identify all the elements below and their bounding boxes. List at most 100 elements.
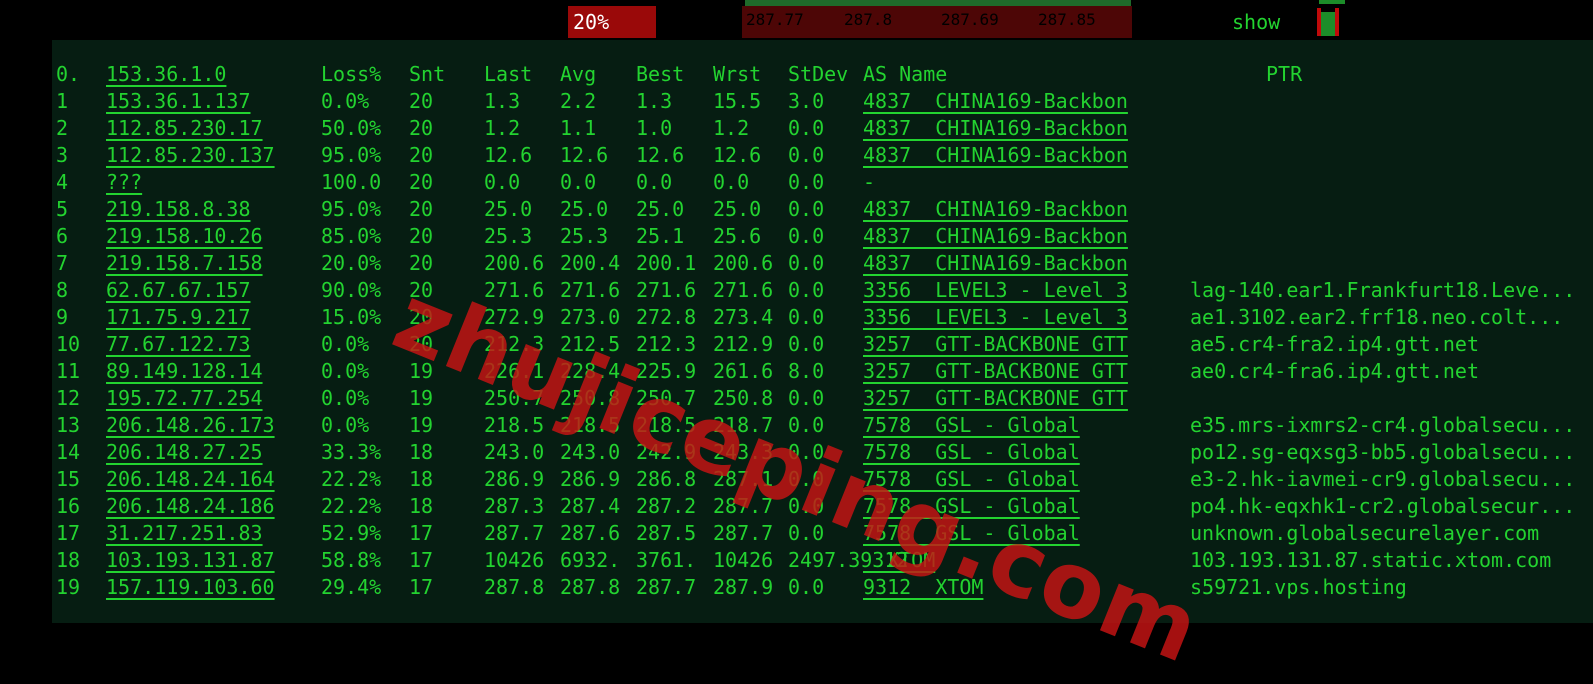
hop-sent: 20: [409, 143, 434, 167]
hop-host-link[interactable]: 112.85.230.137: [106, 142, 275, 169]
hop-host-link[interactable]: 112.85.230.17: [106, 115, 263, 142]
hop-host-link[interactable]: 153.36.1.137: [106, 88, 251, 115]
hop-as-link[interactable]: 9312 XTOM: [863, 574, 983, 601]
hop-index: 8: [56, 278, 69, 302]
hop-stdev: 3.0: [788, 89, 825, 113]
hop-as-link[interactable]: 3356 LEVEL3 - Level 3: [863, 304, 1128, 331]
hop-host-link[interactable]: 171.75.9.217: [106, 304, 251, 331]
hop-stdev: 8.0: [788, 359, 825, 383]
hop-avg: 12.6: [560, 143, 609, 167]
hop-loss: 95.0%: [321, 143, 382, 167]
header-wrst: Wrst: [713, 62, 762, 86]
hop-as-link[interactable]: 7578 GSL - Global: [863, 439, 1080, 466]
hop-as-link: -: [863, 170, 876, 194]
hop-last: 250.7: [484, 386, 545, 410]
hop-host-link[interactable]: 195.72.77.254: [106, 385, 263, 412]
header-source-host[interactable]: 153.36.1.0: [106, 61, 226, 88]
hop-as-link[interactable]: 4837 CHINA169-Backbon: [863, 223, 1128, 250]
hop-host-link[interactable]: 206.148.27.25: [106, 439, 263, 466]
hop-loss: 29.4%: [321, 575, 382, 599]
hop-index: 9: [56, 305, 69, 329]
hop-avg: 286.9: [560, 467, 621, 491]
table-row: 18 103.193.131.87 58.8% 17 10426 6932. 3761. 10…: [0, 547, 1593, 574]
hop-last: 272.9: [484, 305, 545, 329]
hop-sent: 20: [409, 278, 434, 302]
hop-worst: 287.9: [713, 575, 774, 599]
avg-value: 287.8: [844, 10, 893, 29]
hop-loss: 58.8%: [321, 548, 382, 572]
hop-last: 0.0: [484, 170, 521, 194]
hop-last: 287.8: [484, 575, 545, 599]
hop-index: 13: [56, 413, 81, 437]
hop-as-link[interactable]: 4837 CHINA169-Backbon: [863, 196, 1128, 223]
hop-avg: 218.5: [560, 413, 621, 437]
hop-index: 12: [56, 386, 81, 410]
hop-ptr: e3-2.hk-iavmei-cr9.globalsecu...: [1190, 467, 1576, 491]
hop-host-link[interactable]: 219.158.7.158: [106, 250, 263, 277]
hop-last: 218.5: [484, 413, 545, 437]
hop-as-link[interactable]: 3356 LEVEL3 - Level 3: [863, 277, 1128, 304]
hop-host-link[interactable]: 219.158.8.38: [106, 196, 251, 223]
hop-host-link[interactable]: 206.148.24.186: [106, 493, 275, 520]
hop-worst: 287.7: [713, 521, 774, 545]
header-avg: Avg: [560, 62, 597, 86]
hop-last: 10426: [484, 548, 545, 572]
hop-ptr: s59721.vps.hosting: [1190, 575, 1407, 599]
header-loss: Loss%: [321, 62, 382, 86]
hop-host-link[interactable]: 219.158.10.26: [106, 223, 263, 250]
hop-index: 15: [56, 467, 81, 491]
hop-best: 286.8: [636, 467, 697, 491]
hop-stdev: 0.0: [788, 494, 825, 518]
hop-as-link[interactable]: XTOM: [863, 547, 935, 574]
hop-worst: 212.9: [713, 332, 774, 356]
hop-as-link[interactable]: 4837 CHINA169-Backbon: [863, 115, 1128, 142]
hop-ptr: ae1.3102.ear2.frf18.neo.colt...: [1190, 305, 1564, 329]
hop-index: 11: [56, 359, 81, 383]
hop-as-link[interactable]: 3257 GTT-BACKBONE GTT: [863, 385, 1128, 412]
hop-loss: 100.0: [321, 170, 382, 194]
hop-host-link[interactable]: 157.119.103.60: [106, 574, 275, 601]
hop-as-link[interactable]: 7578 GSL - Global: [863, 412, 1080, 439]
hop-best: 250.7: [636, 386, 697, 410]
hop-ptr: ae5.cr4-fra2.ip4.gtt.net: [1190, 332, 1479, 356]
hop-avg: 25.3: [560, 224, 609, 248]
hop-avg: 25.0: [560, 197, 609, 221]
show-trace-link[interactable]: show: [1232, 10, 1280, 34]
hop-as-link[interactable]: 7578 GSL - Global: [863, 520, 1080, 547]
header-index: 0.: [56, 62, 81, 86]
hop-best: 287.5: [636, 521, 697, 545]
hop-sent: 20: [409, 170, 434, 194]
hop-host-link[interactable]: 77.67.122.73: [106, 331, 251, 358]
hop-worst: 287.7: [713, 494, 774, 518]
hop-host-link[interactable]: 206.148.26.173: [106, 412, 275, 439]
hop-as-link[interactable]: 4837 CHINA169-Backbon: [863, 88, 1128, 115]
hop-index: 10: [56, 332, 81, 356]
hop-as-link[interactable]: 4837 CHINA169-Backbon: [863, 142, 1128, 169]
hop-as-link[interactable]: 3257 GTT-BACKBONE GTT: [863, 331, 1128, 358]
hop-as-link[interactable]: 4837 CHINA169-Backbon: [863, 250, 1128, 277]
hop-best: 287.2: [636, 494, 697, 518]
hop-host-link[interactable]: 89.149.128.14: [106, 358, 263, 385]
hop-as-link[interactable]: 7578 GSL - Global: [863, 493, 1080, 520]
hop-last: 1.3: [484, 89, 521, 113]
hop-ptr: e35.mrs-ixmrs2-cr4.globalsecu...: [1190, 413, 1576, 437]
hop-last: 25.0: [484, 197, 533, 221]
hop-worst: 261.6: [713, 359, 774, 383]
hop-worst: 10426: [713, 548, 774, 572]
hop-last: 25.3: [484, 224, 533, 248]
hop-host-link[interactable]: 206.148.24.164: [106, 466, 275, 493]
hop-stdev: 0.0: [788, 197, 825, 221]
hop-sent: 20: [409, 116, 434, 140]
hop-as-link[interactable]: 3257 GTT-BACKBONE GTT: [863, 358, 1128, 385]
hop-ptr: ae0.cr4-fra6.ip4.gtt.net: [1190, 359, 1479, 383]
table-row: 12 195.72.77.254 0.0% 19 250.7 250.8 250.7 250.…: [0, 385, 1593, 412]
hop-as-link[interactable]: 7578 GSL - Global: [863, 466, 1080, 493]
hop-host-link[interactable]: 62.67.67.157: [106, 277, 251, 304]
hop-stdev: 0.0: [788, 251, 825, 275]
hop-loss: 90.0%: [321, 278, 382, 302]
hop-best: 212.3: [636, 332, 697, 356]
hop-host-link[interactable]: ???: [106, 169, 142, 196]
hop-host-link[interactable]: 103.193.131.87: [106, 547, 275, 574]
hop-host-link[interactable]: 31.217.251.83: [106, 520, 263, 547]
hop-sent: 19: [409, 386, 434, 410]
